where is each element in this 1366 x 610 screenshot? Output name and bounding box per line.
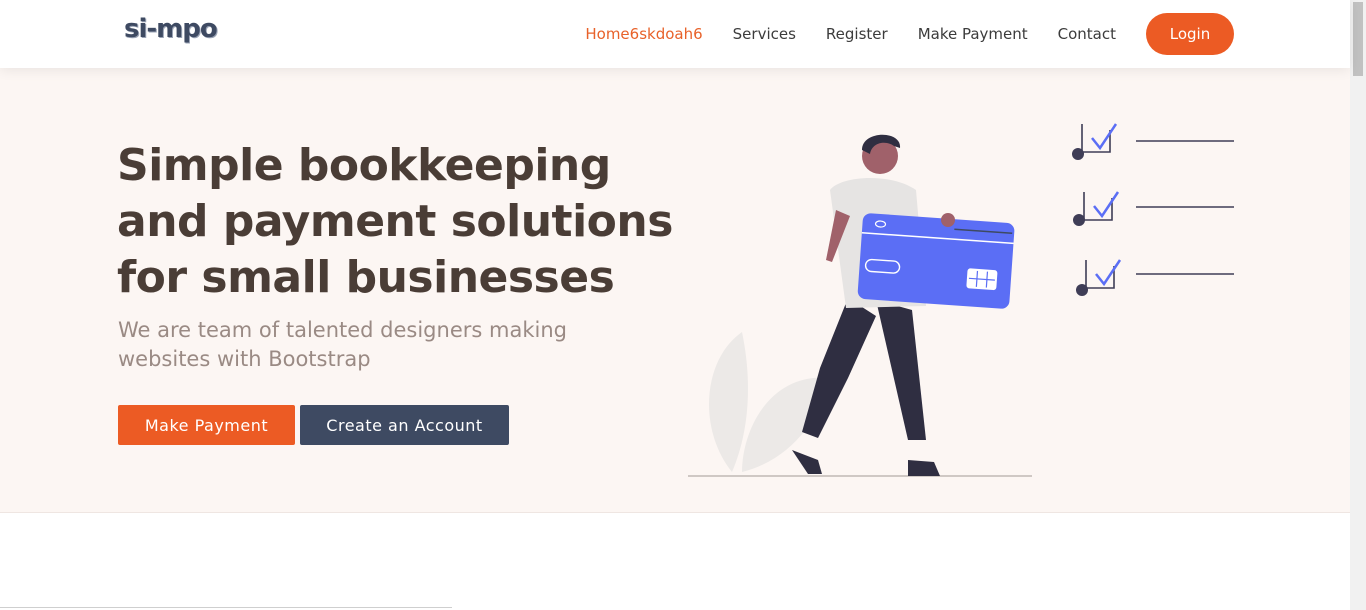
nav-item-register[interactable]: Register (826, 25, 888, 43)
person-hand (941, 213, 955, 227)
nav-item-services[interactable]: Services (733, 25, 796, 43)
scrollbar-thumb[interactable] (1353, 2, 1363, 76)
shoe-icon (792, 450, 822, 474)
hero-divider (0, 512, 1350, 513)
hero-illustration-svg (688, 123, 1234, 477)
credit-card-icon (857, 213, 1015, 309)
plant-leaf-icon (709, 332, 748, 472)
main-nav: Home6skdoah6 Services Register Make Paym… (555, 0, 1234, 68)
checklist-item (1076, 259, 1234, 296)
site-logo[interactable]: si-mpo (124, 14, 218, 44)
checklist-item (1072, 123, 1234, 160)
hero-title: Simple bookkeeping and payment solutions… (117, 140, 673, 303)
nav-item-contact[interactable]: Contact (1058, 25, 1116, 43)
login-button[interactable]: Login (1146, 13, 1234, 55)
person-leg (876, 300, 926, 440)
nav-item-home[interactable]: Home6skdoah6 (585, 25, 702, 43)
checklist-item (1073, 191, 1234, 226)
hero-subtitle: We are team of talented designers making… (118, 318, 567, 371)
checklist-icon (1072, 123, 1234, 296)
shoe-icon (908, 460, 940, 476)
nav-item-make-payment[interactable]: Make Payment (918, 25, 1028, 43)
make-payment-button[interactable]: Make Payment (118, 405, 295, 445)
create-account-button[interactable]: Create an Account (300, 405, 509, 445)
person-holding-credit-card-illustration (680, 110, 1240, 486)
section-divider (0, 607, 452, 608)
person-leg (802, 298, 876, 438)
page-scrollbar[interactable] (1350, 0, 1366, 610)
site-header: si-mpo Home6skdoah6 Services Register Ma… (0, 0, 1350, 68)
